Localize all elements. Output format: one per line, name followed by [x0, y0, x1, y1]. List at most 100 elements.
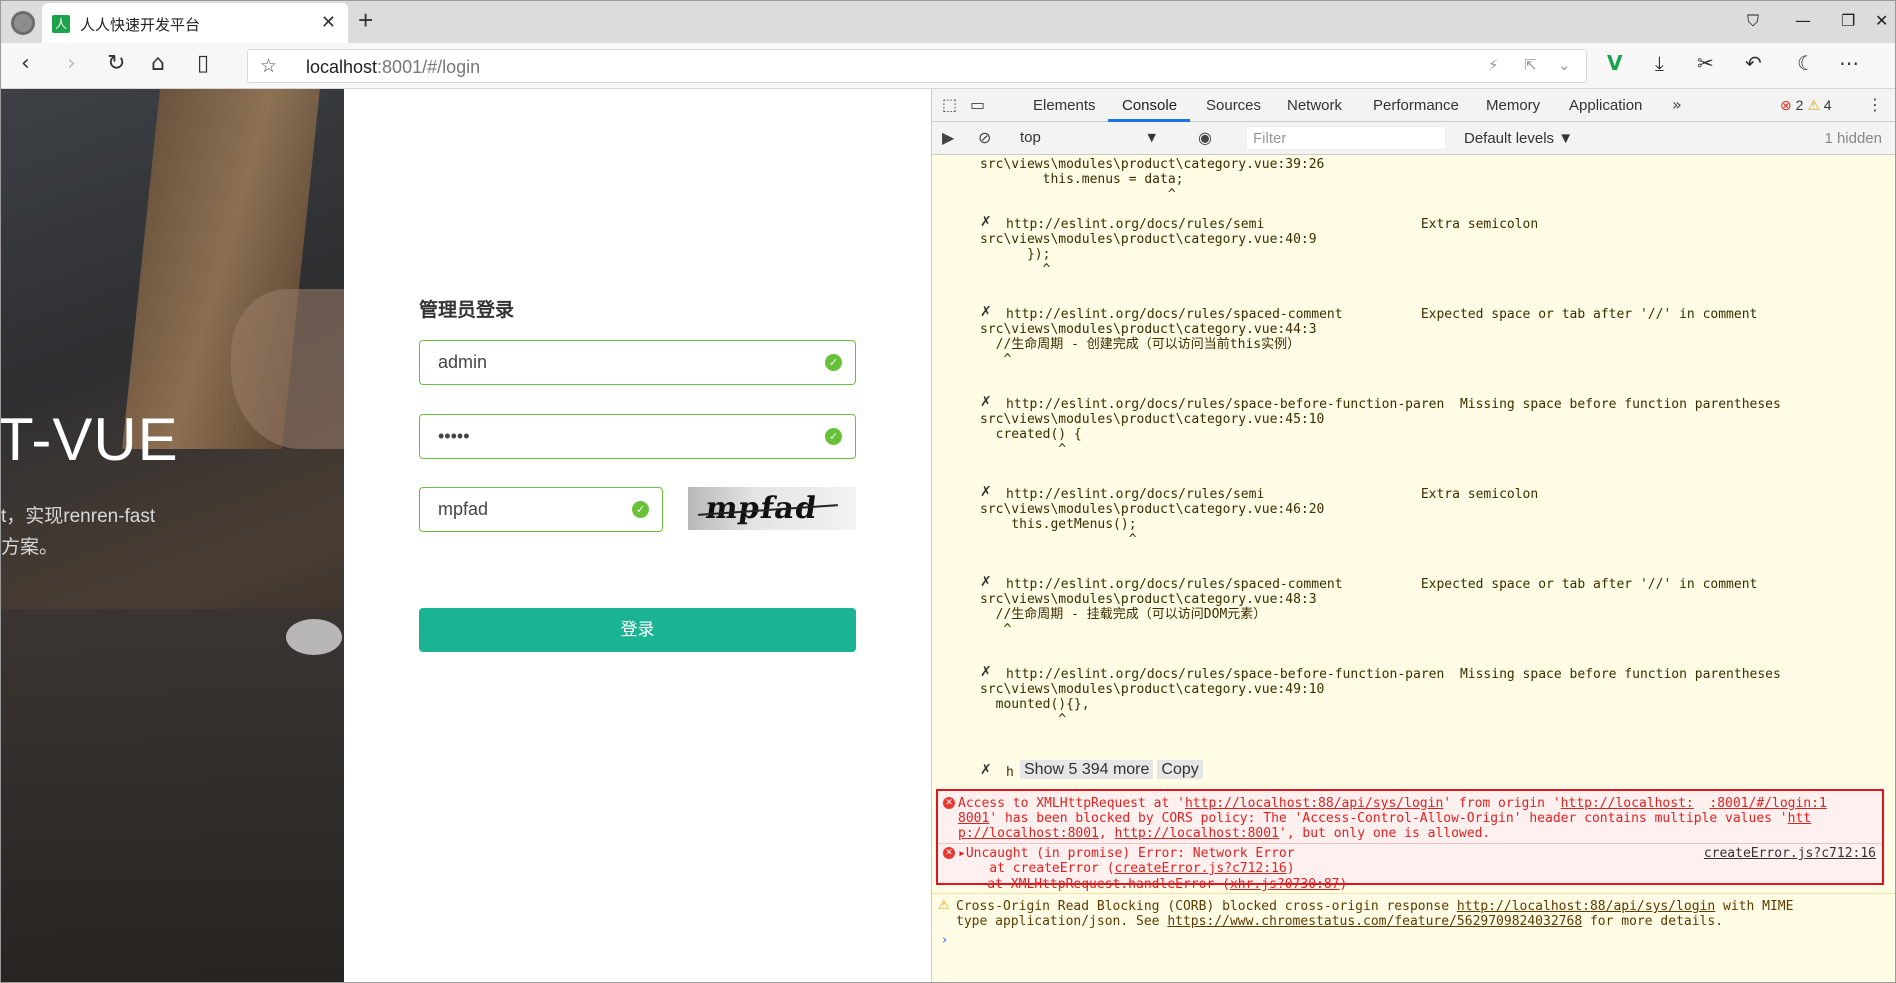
console-line: //生命周期 - 挂载完成（可以访问DOM元素）	[980, 607, 1267, 622]
tab-active[interactable]: 人 人人快速开发平台 ✕	[42, 3, 348, 43]
vue-devtools-icon[interactable]: V	[1607, 51, 1622, 75]
check-icon: ✓	[825, 428, 842, 445]
scissors-icon[interactable]: ✂	[1697, 51, 1714, 75]
console-toolbar: ▶ ⊘ top ▼ ◉ Filter Default levels ▼ 1 hid…	[932, 122, 1895, 155]
show-more-button[interactable]: Show 5 394 more	[1020, 760, 1154, 779]
error-icon: ✕	[943, 797, 955, 809]
tab-application[interactable]: Application	[1569, 97, 1642, 114]
device-icon[interactable]: ▭	[970, 95, 985, 114]
tab-sources[interactable]: Sources	[1206, 97, 1261, 114]
console-line: src\views\modules\product\category.vue:3…	[980, 157, 1325, 172]
username-field[interactable]: admin ✓	[419, 340, 856, 385]
console-line: ^	[980, 352, 1012, 367]
tab-memory[interactable]: Memory	[1486, 97, 1540, 114]
more-icon[interactable]: ⋯	[1839, 51, 1859, 75]
eye-icon[interactable]: ◉	[1198, 128, 1212, 147]
console-line: http://eslint.org/docs/rules/spaced-comm…	[1006, 307, 1758, 322]
console-line: ^	[980, 442, 1067, 457]
forward-icon[interactable]: ›	[67, 51, 76, 76]
cors-error-box: ✕ Access to XMLHttpRequest at 'http://lo…	[936, 789, 1884, 885]
url-box[interactable]: ☆ localhost:8001/#/login ⚡ ⇱ ⌄	[247, 49, 1587, 83]
tab-network[interactable]: Network	[1287, 97, 1342, 114]
copy-button[interactable]: Copy	[1157, 760, 1203, 779]
chevron-down-icon[interactable]: ⌄	[1558, 56, 1571, 74]
cors-error-line1: Access to XMLHttpRequest at 'http://loca…	[958, 796, 1827, 811]
uncaught-source-link[interactable]: createError.js?c712:16	[1704, 846, 1876, 861]
console-line: src\views\modules\product\category.vue:4…	[980, 232, 1317, 247]
close-tab-icon[interactable]: ✕	[321, 12, 336, 33]
console-line: src\views\modules\product\category.vue:4…	[980, 592, 1317, 607]
reading-icon[interactable]: ▯	[197, 51, 209, 76]
console-line: http://eslint.org/docs/rules/semi Extra …	[1006, 217, 1539, 232]
cors-error-line2: 8001' has been blocked by CORS policy: T…	[958, 811, 1812, 826]
uncaught-error-line2: at createError (createError.js?c712:16)	[958, 861, 1295, 876]
undo-icon[interactable]: ↶	[1745, 51, 1762, 75]
tab-elements[interactable]: Elements	[1033, 97, 1096, 114]
error-x-icon: ✗	[980, 762, 992, 778]
show-more-controls: Show 5 394 more Copy	[1016, 760, 1203, 779]
error-x-icon: ✗	[980, 214, 992, 230]
share-icon[interactable]: ⇱	[1524, 56, 1537, 74]
captcha-input[interactable]: mpfad ✓	[419, 487, 663, 532]
star-icon[interactable]: ☆	[260, 55, 277, 77]
console-line: src\views\modules\product\category.vue:4…	[980, 412, 1325, 427]
error-x-icon: ✗	[980, 304, 992, 320]
uncaught-error-line1[interactable]: ▸Uncaught (in promise) Error: Network Er…	[958, 846, 1295, 861]
browser-window: 人 人人快速开发平台 ✕ + ⛉ — ❐ ✕ ‹ › ↻ ⌂ ▯ ☆ local…	[0, 0, 1896, 983]
address-bar: ‹ › ↻ ⌂ ▯ ☆ localhost:8001/#/login ⚡ ⇱ ⌄…	[1, 43, 1895, 89]
error-x-icon: ✗	[980, 574, 992, 590]
download-icon[interactable]: ⤓	[1655, 51, 1664, 75]
password-field[interactable]: ••••• ✓	[419, 414, 856, 459]
console-line: src\views\modules\product\category.vue:4…	[980, 682, 1325, 697]
captcha-value: mpfad	[438, 499, 489, 519]
context-select[interactable]: top ▼	[1016, 127, 1156, 149]
tab-title: 人人快速开发平台	[80, 17, 201, 34]
minimize-button[interactable]: —	[1795, 11, 1811, 30]
console-line: ^	[980, 532, 1137, 547]
check-icon: ✓	[632, 501, 649, 518]
lightning-icon[interactable]: ⚡	[1488, 56, 1499, 74]
new-tab-button[interactable]: +	[358, 5, 373, 36]
console-line: this.getMenus();	[980, 517, 1137, 532]
issue-counts[interactable]: ⊗ 2 ⚠ 4	[1780, 97, 1832, 114]
reload-icon[interactable]: ↻	[107, 51, 125, 76]
warning-line1: Cross-Origin Read Blocking (CORB) blocke…	[956, 899, 1794, 914]
error-x-icon: ✗	[980, 394, 992, 410]
inspect-icon[interactable]: ⬚	[942, 95, 957, 114]
filter-input[interactable]: Filter	[1246, 126, 1446, 150]
warning-icon: ⚠	[1807, 97, 1820, 113]
truncated-line: h	[1006, 765, 1014, 780]
close-window-button[interactable]: ✕	[1875, 11, 1888, 30]
tab-performance[interactable]: Performance	[1373, 97, 1459, 114]
url-text[interactable]: localhost:8001/#/login	[306, 57, 480, 78]
hero-apple-logo-shape	[286, 619, 342, 655]
captcha-image[interactable]: mpfad	[688, 487, 856, 530]
maximize-button[interactable]: ❐	[1841, 11, 1855, 30]
tab-console[interactable]: Console	[1122, 97, 1177, 114]
shirt-icon[interactable]: ⛉	[1747, 11, 1759, 31]
hidden-count: 1 hidden	[1824, 130, 1882, 147]
home-icon[interactable]: ⌂	[151, 51, 165, 76]
console-prompt[interactable]: ›	[942, 933, 947, 948]
error-icon: ✕	[943, 847, 955, 859]
devtools-tabs: ⬚ ▭ Elements Console Sources Network Per…	[932, 89, 1895, 122]
sidebar-toggle-icon[interactable]: ▶	[942, 128, 954, 147]
error-icon: ⊗	[1780, 97, 1792, 113]
back-icon[interactable]: ‹	[21, 51, 30, 76]
console-line: ^	[980, 712, 1067, 727]
console-output: src\views\modules\product\category.vue:3…	[932, 155, 1895, 982]
hero-banner: T-VUE t，实现renren-fast 方案。	[1, 89, 344, 982]
warning-line2: type application/json. See https://www.c…	[956, 914, 1724, 929]
login-button[interactable]: 登录	[419, 608, 856, 652]
browser-logo-icon[interactable]	[11, 11, 35, 35]
divider	[938, 843, 1882, 844]
clear-console-icon[interactable]: ⊘	[978, 128, 991, 147]
uncaught-error-line3: at XMLHttpRequest.handleError (xhr.js?07…	[956, 877, 1348, 892]
moon-icon[interactable]: ☾	[1797, 51, 1815, 75]
console-line: ^	[980, 262, 1051, 277]
hero-title: T-VUE	[1, 406, 179, 473]
devtools-menu-icon[interactable]: ⋮	[1867, 95, 1883, 114]
levels-dropdown[interactable]: Default levels ▼	[1464, 130, 1573, 147]
console-line: });	[980, 247, 1051, 262]
more-tabs-icon[interactable]: »	[1672, 95, 1682, 114]
